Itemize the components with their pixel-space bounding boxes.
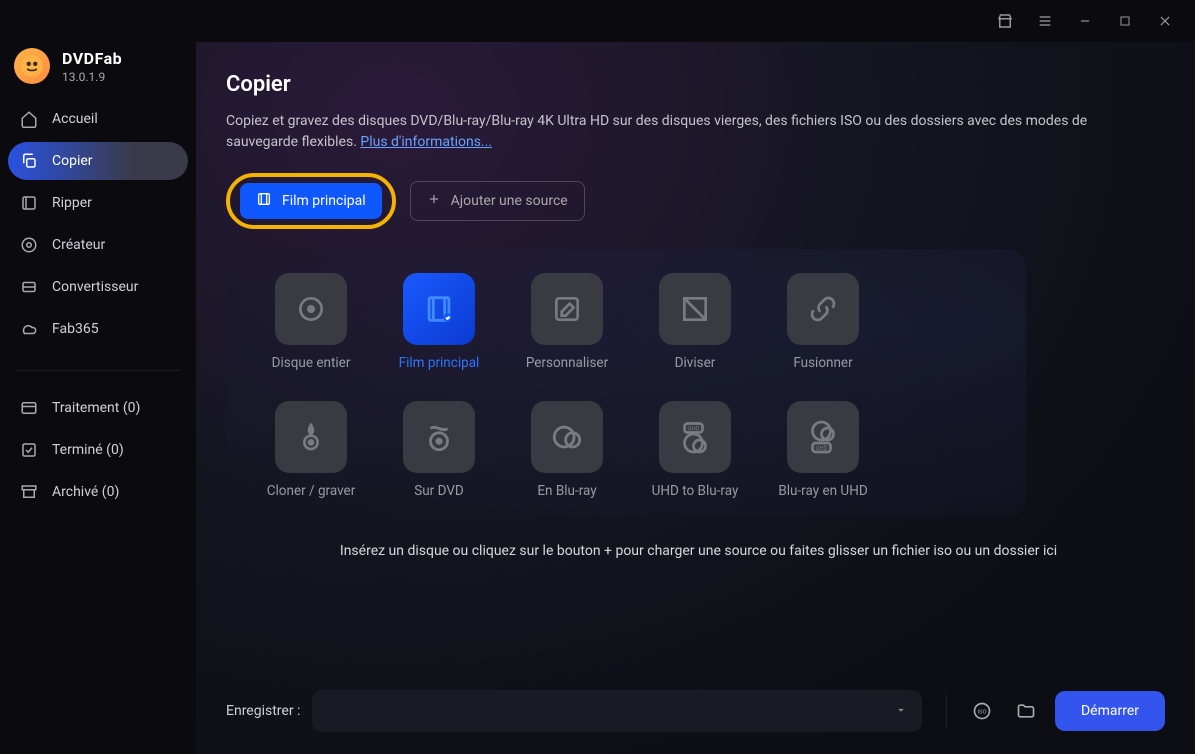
- highlight-ring: Film principal: [226, 173, 396, 229]
- plus-icon: [427, 192, 441, 210]
- sidebar-item-label: Terminé (0): [52, 442, 124, 458]
- sidebar-item-label: Fab365: [52, 321, 99, 337]
- mode-tile-icon: UHD: [787, 401, 859, 473]
- start-button[interactable]: Démarrer: [1055, 691, 1165, 731]
- sidebar-item-label: Convertisseur: [52, 279, 138, 295]
- sidebar: DVDFab 13.0.1.9 Accueil Copier Ripper Cr…: [0, 42, 196, 754]
- more-info-link[interactable]: Plus d'informations...: [360, 134, 492, 150]
- home-icon: [20, 110, 38, 128]
- creator-icon: [20, 236, 38, 254]
- sidebar-item-convertisseur[interactable]: Convertisseur: [8, 268, 188, 306]
- destination-dropdown[interactable]: [312, 690, 922, 732]
- mode-tile-icon: [275, 273, 347, 345]
- film-principal-dropdown[interactable]: Film principal: [240, 183, 382, 219]
- mode-tile-icon: [403, 401, 475, 473]
- mode-label: En Blu-ray: [537, 483, 596, 499]
- chevron-down-icon: [894, 702, 908, 721]
- app-logo-icon: [14, 48, 50, 84]
- converter-icon: [20, 278, 38, 296]
- sidebar-item-label: Traitement (0): [52, 400, 140, 416]
- mode-card[interactable]: UHD Blu-ray en UHD: [768, 401, 878, 499]
- sidebar-item-archive[interactable]: Archivé (0): [8, 473, 188, 511]
- mode-tile-icon: [659, 273, 731, 345]
- modes-panel: Disque entier Film principal Personnaliser…: [226, 249, 1026, 517]
- mode-tile-icon: [403, 273, 475, 345]
- folder-output-button[interactable]: [1009, 694, 1043, 728]
- ripper-icon: [20, 194, 38, 212]
- mode-card[interactable]: Film principal: [384, 273, 494, 371]
- mode-label: Fusionner: [793, 355, 852, 371]
- mode-card[interactable]: Personnaliser: [512, 273, 622, 371]
- mode-card[interactable]: Cloner / graver: [256, 401, 366, 499]
- sidebar-item-label: Accueil: [52, 111, 98, 127]
- page-description: Copiez et gravez des disques DVD/Blu-ray…: [226, 111, 1126, 153]
- mode-card[interactable]: UHD UHD to Blu-ray: [640, 401, 750, 499]
- copy-icon: [20, 152, 38, 170]
- dropzone-hint: Insérez un disque ou cliquez sur le bout…: [226, 521, 1171, 581]
- mode-label: Diviser: [675, 355, 716, 371]
- add-source-button[interactable]: Ajouter une source: [410, 181, 585, 221]
- menu-icon[interactable]: [1027, 5, 1063, 37]
- sidebar-item-copier[interactable]: Copier: [8, 142, 188, 180]
- sidebar-item-traitement[interactable]: Traitement (0): [8, 389, 188, 427]
- sidebar-divider: [16, 370, 180, 371]
- svg-text:UHD: UHD: [815, 445, 827, 452]
- start-button-label: Démarrer: [1081, 703, 1139, 719]
- sidebar-item-label: Archivé (0): [52, 484, 119, 500]
- mode-card[interactable]: En Blu-ray: [512, 401, 622, 499]
- cloud-icon: [20, 320, 38, 338]
- sidebar-item-fab365[interactable]: Fab365: [8, 310, 188, 348]
- svg-text:UHD: UHD: [687, 425, 699, 432]
- maximize-button[interactable]: [1107, 5, 1143, 37]
- mode-tile-icon: [531, 273, 603, 345]
- brand: DVDFab 13.0.1.9: [8, 42, 188, 100]
- mode-label: Sur DVD: [414, 483, 464, 499]
- mode-label: UHD to Blu-ray: [652, 483, 739, 499]
- sidebar-item-ripper[interactable]: Ripper: [8, 184, 188, 222]
- minimize-button[interactable]: [1067, 5, 1103, 37]
- sidebar-item-label: Créateur: [52, 237, 105, 253]
- mode-tile-icon: [787, 273, 859, 345]
- mode-label: Disque entier: [272, 355, 351, 371]
- page-title: Copier: [226, 72, 1165, 97]
- save-to-label: Enregistrer :: [226, 703, 300, 719]
- svg-text:ISO: ISO: [977, 710, 986, 716]
- sidebar-item-termine[interactable]: Terminé (0): [8, 431, 188, 469]
- sidebar-item-createur[interactable]: Créateur: [8, 226, 188, 264]
- iso-output-button[interactable]: ISO: [965, 694, 999, 728]
- sidebar-item-label: Ripper: [52, 195, 92, 211]
- sidebar-item-accueil[interactable]: Accueil: [8, 100, 188, 138]
- done-icon: [20, 441, 38, 459]
- archive-icon: [20, 483, 38, 501]
- mode-label: Blu-ray en UHD: [778, 483, 867, 499]
- mode-card[interactable]: Disque entier: [256, 273, 366, 371]
- processing-icon: [20, 399, 38, 417]
- mode-tile-icon: UHD: [659, 401, 731, 473]
- mode-label: Cloner / graver: [267, 483, 356, 499]
- close-button[interactable]: [1147, 5, 1183, 37]
- titlebar: [0, 0, 1195, 42]
- brand-name: DVDFab: [62, 49, 122, 68]
- mode-label: Film principal: [399, 355, 480, 371]
- film-principal-label: Film principal: [282, 193, 366, 209]
- page-description-text: Copiez et gravez des disques DVD/Blu-ray…: [226, 113, 1087, 150]
- mode-label: Personnaliser: [526, 355, 608, 371]
- main-panel: Copier Copiez et gravez des disques DVD/…: [196, 42, 1195, 754]
- mode-card[interactable]: Sur DVD: [384, 401, 494, 499]
- mode-card[interactable]: Fusionner: [768, 273, 878, 371]
- mode-card[interactable]: Diviser: [640, 273, 750, 371]
- mode-tile-icon: [275, 401, 347, 473]
- shop-icon[interactable]: [987, 5, 1023, 37]
- film-icon: [256, 191, 272, 211]
- mode-tile-icon: [531, 401, 603, 473]
- brand-version: 13.0.1.9: [62, 70, 122, 84]
- add-source-label: Ajouter une source: [451, 193, 568, 209]
- sidebar-item-label: Copier: [52, 153, 93, 169]
